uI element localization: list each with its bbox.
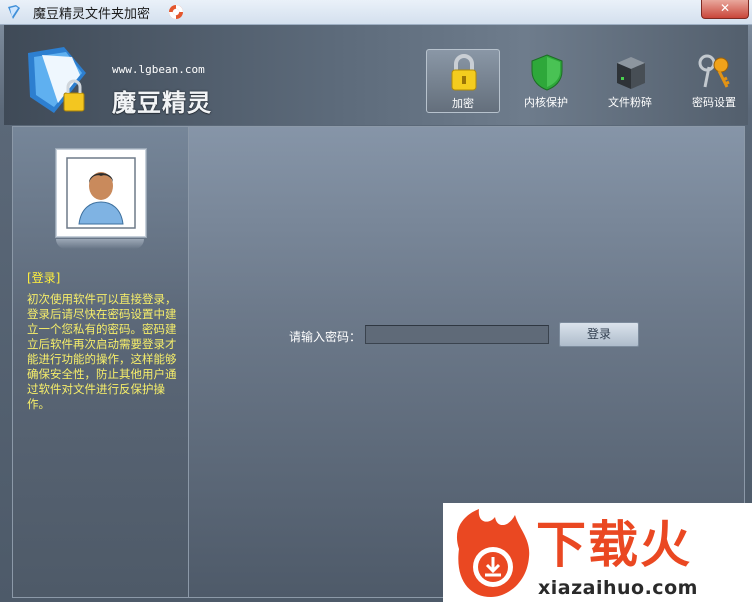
avatar — [56, 149, 146, 237]
folder-lock-logo-icon — [28, 47, 86, 113]
tool-kernel-protect[interactable]: 内核保护 — [510, 49, 582, 111]
tool-encrypt-label: 加密 — [452, 97, 474, 110]
password-input[interactable] — [365, 325, 549, 344]
password-label: 请输入密码： — [289, 330, 362, 344]
sidebar-panel: [登录] 初次使用软件可以直接登录，登录后请尽快在密码设置中建立一个您私有的密码… — [12, 126, 189, 598]
tool-file-shred[interactable]: 文件粉碎 — [594, 49, 666, 111]
tool-kernel-protect-label: 内核保护 — [524, 96, 568, 109]
lifebuoy-icon[interactable] — [168, 4, 184, 20]
title-bar: 魔豆精灵文件夹加密 ✕ — [0, 0, 752, 25]
tool-file-shred-label: 文件粉碎 — [608, 96, 652, 109]
lock-icon — [451, 54, 477, 91]
window-title: 魔豆精灵文件夹加密 — [33, 7, 151, 22]
watermark: 下载火 xiazaihuo.com — [443, 503, 752, 602]
brand-title: 魔豆精灵 — [112, 89, 212, 117]
tool-password-settings-label: 密码设置 — [692, 96, 736, 109]
flame-logo-icon — [456, 509, 530, 597]
login-description: 初次使用软件可以直接登录，登录后请尽快在密码设置中建立一个您私有的密码。密码建立… — [27, 292, 177, 411]
watermark-cn-text: 下载火 — [536, 516, 692, 574]
login-heading: [登录] — [27, 271, 61, 285]
app-header: www.lgbean.com 魔豆精灵 加密 内核保护 文件粉碎 密码设置 — [4, 25, 748, 125]
watermark-url: xiazaihuo.com — [538, 577, 698, 599]
login-button[interactable]: 登录 — [559, 322, 639, 347]
shield-icon — [531, 54, 563, 91]
shredder-icon — [617, 57, 645, 89]
key-icon — [698, 54, 730, 88]
tool-password-settings[interactable]: 密码设置 — [678, 49, 750, 111]
close-button[interactable]: ✕ — [701, 0, 749, 19]
avatar-reflection — [56, 239, 144, 249]
tool-encrypt[interactable]: 加密 — [426, 49, 500, 113]
user-icon — [66, 157, 136, 229]
site-url: www.lgbean.com — [112, 63, 205, 76]
app-icon — [8, 5, 20, 19]
